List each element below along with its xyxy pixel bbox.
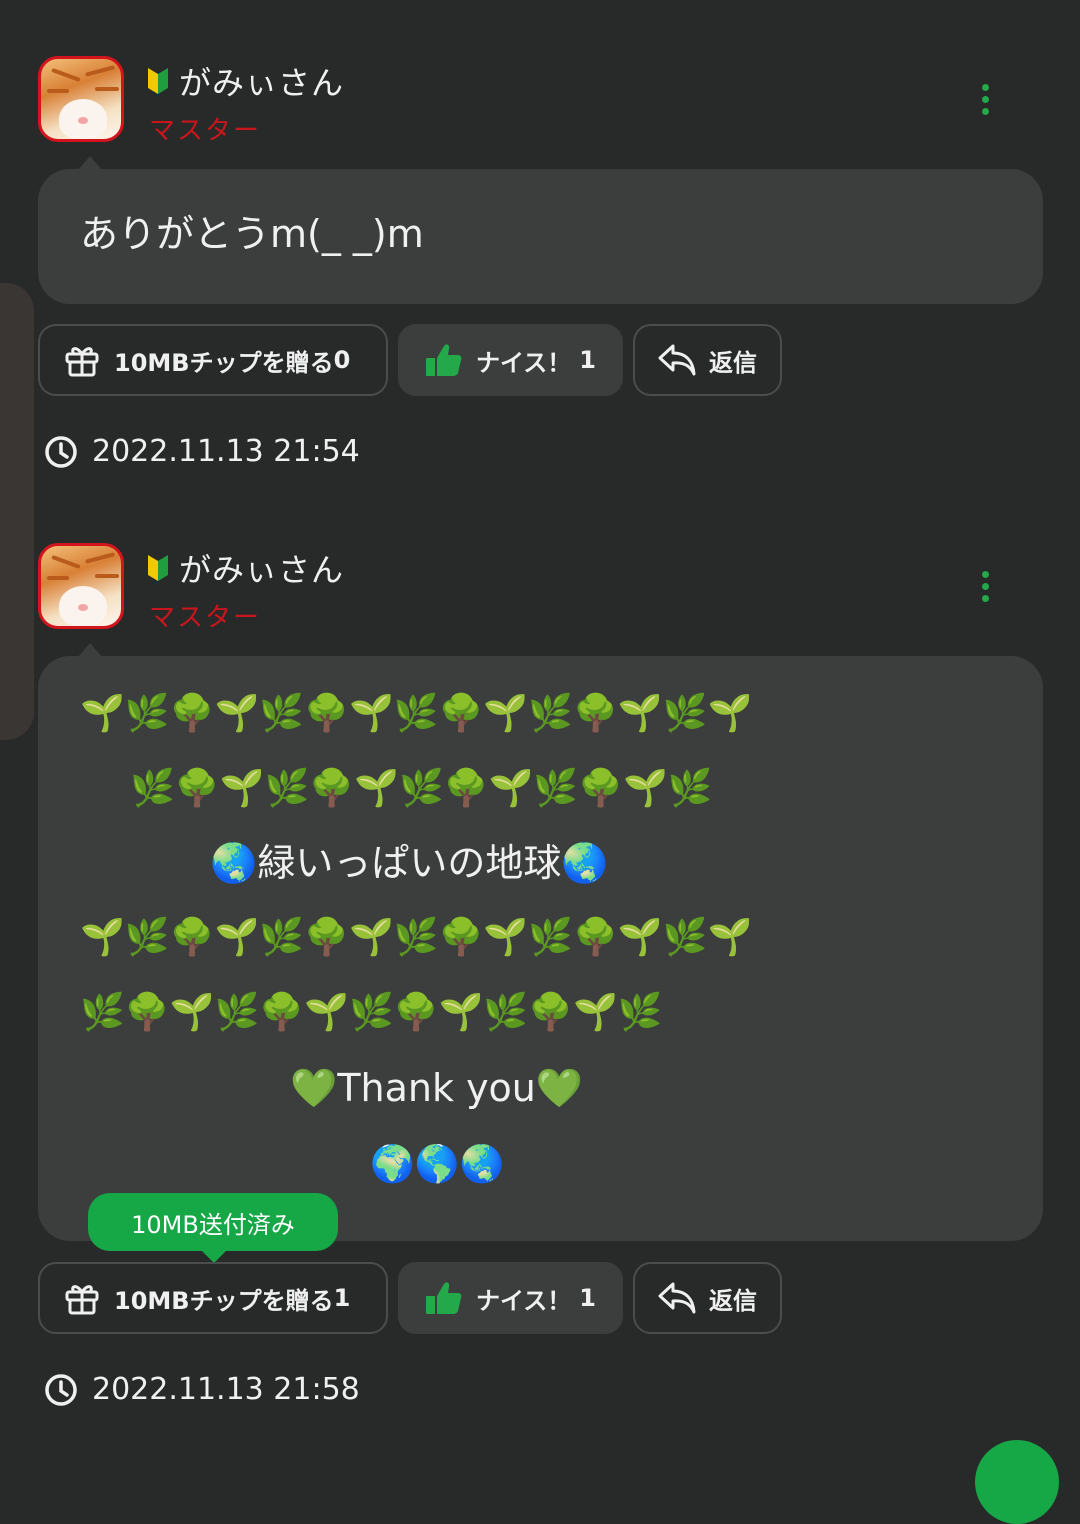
avatar[interactable] bbox=[38, 543, 124, 629]
message-line: 🌱🌿🌳🌱🌿🌳🌱🌿🌳🌱🌿🌳🌱🌿🌱 bbox=[80, 917, 753, 958]
tip-count: 0 bbox=[333, 346, 351, 374]
message-line: 🌿🌳🌱🌿🌳🌱🌿🌳🌱🌿🌳🌱🌿 bbox=[80, 992, 663, 1033]
nice-count: 1 bbox=[579, 1284, 596, 1312]
nice-button-label: ナイス！ bbox=[476, 348, 572, 377]
beginner-mark-icon bbox=[148, 68, 168, 94]
tip-button-label: 10MBチップを贈る bbox=[114, 348, 334, 377]
user-role: マスター bbox=[149, 116, 262, 146]
message-line: 🌏緑いっぱいの地球🌏 bbox=[210, 841, 609, 885]
bubble-tail bbox=[78, 643, 102, 657]
clock-icon bbox=[45, 1373, 77, 1406]
message-line: 🌿🌳🌱🌿🌳🌱🌿🌳🌱🌿🌳🌱🌿 bbox=[130, 768, 713, 809]
nice-count: 1 bbox=[579, 346, 596, 374]
username[interactable]: がみぃさん bbox=[179, 545, 344, 591]
reply-button[interactable]: 返信 bbox=[633, 1262, 782, 1334]
thumbs-up-icon bbox=[426, 344, 462, 376]
thumbs-up-icon bbox=[426, 1282, 462, 1314]
timestamp-row: 2022.11.13 21:54 bbox=[44, 434, 360, 469]
side-drawer-handle[interactable] bbox=[0, 283, 34, 740]
avatar[interactable] bbox=[38, 56, 124, 142]
user-name-row: がみぃさん bbox=[147, 545, 344, 591]
user-role: マスター bbox=[149, 603, 262, 633]
username[interactable]: がみぃさん bbox=[179, 58, 344, 104]
tip-button[interactable]: 10MBチップを贈る 1 bbox=[38, 1262, 388, 1334]
message-text: ありがとうm(_ _)m bbox=[80, 212, 424, 256]
reply-button-label: 返信 bbox=[709, 1286, 757, 1315]
floating-action-button[interactable] bbox=[975, 1440, 1059, 1524]
clock-icon bbox=[45, 435, 77, 468]
tip-count: 1 bbox=[333, 1284, 351, 1312]
reply-button[interactable]: 返信 bbox=[633, 324, 782, 396]
reply-button-label: 返信 bbox=[709, 348, 757, 377]
nice-button[interactable]: ナイス！ 1 bbox=[398, 1262, 623, 1334]
reply-icon bbox=[658, 344, 696, 376]
timestamp-row: 2022.11.13 21:58 bbox=[44, 1372, 360, 1407]
timestamp: 2022.11.13 21:54 bbox=[92, 434, 360, 469]
nice-button[interactable]: ナイス！ 1 bbox=[398, 324, 623, 396]
tip-button-label: 10MBチップを贈る bbox=[114, 1286, 334, 1315]
message-line: 🌱🌿🌳🌱🌿🌳🌱🌿🌳🌱🌿🌳🌱🌿🌱 bbox=[80, 693, 753, 734]
gift-icon bbox=[65, 1285, 99, 1315]
user-name-row: がみぃさん bbox=[147, 58, 344, 104]
message-line: 💚Thank you💚 bbox=[290, 1066, 584, 1110]
gift-icon bbox=[65, 347, 99, 377]
more-vertical-icon[interactable] bbox=[978, 569, 994, 609]
message-line: 🌍🌎🌏 bbox=[370, 1144, 505, 1185]
more-vertical-icon[interactable] bbox=[978, 82, 994, 122]
timestamp: 2022.11.13 21:58 bbox=[92, 1372, 360, 1407]
tip-sent-badge-tail bbox=[200, 1249, 228, 1263]
nice-button-label: ナイス！ bbox=[476, 1286, 572, 1315]
reply-icon bbox=[658, 1282, 696, 1314]
tip-sent-badge: 10MB送付済み bbox=[88, 1193, 338, 1251]
tip-button[interactable]: 10MBチップを贈る 0 bbox=[38, 324, 388, 396]
bubble-tail bbox=[78, 156, 102, 170]
beginner-mark-icon bbox=[148, 555, 168, 581]
